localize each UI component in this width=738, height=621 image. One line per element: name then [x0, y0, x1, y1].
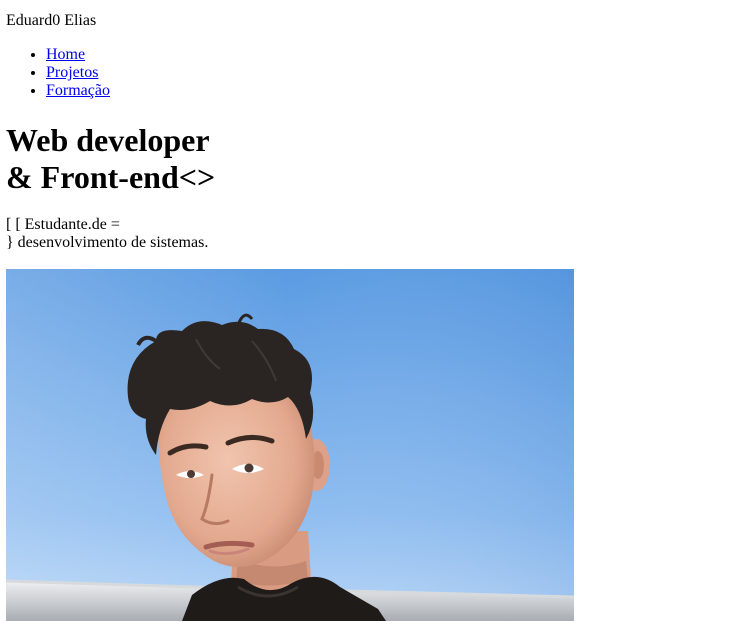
profile-photo	[6, 269, 574, 621]
nav-link-home[interactable]: Home	[46, 46, 85, 63]
page: Eduard0 Elias Home Projetos Formação Web…	[0, 0, 738, 621]
hero-headline: Web developer & Front-end<>	[6, 122, 215, 196]
nav-item-formacao: Formação	[46, 82, 110, 100]
hero-tagline: [ [ Estudante.de = } desenvolvimento de …	[6, 216, 208, 252]
headline-line-1: Web developer	[6, 122, 210, 158]
nav-item-projetos: Projetos	[46, 64, 110, 82]
nav-link-formacao[interactable]: Formação	[46, 82, 110, 99]
tagline-line-2: } desenvolvimento de sistemas.	[6, 234, 209, 251]
nav-link-projetos[interactable]: Projetos	[46, 64, 98, 81]
site-brand: Eduard0 Elias	[6, 12, 97, 29]
portrait-illustration	[6, 269, 574, 621]
main-nav: Home Projetos Formação	[6, 46, 110, 100]
tagline-line-1: [ [ Estudante.de =	[6, 216, 120, 233]
headline-line-2: & Front-end<>	[6, 159, 216, 195]
nav-item-home: Home	[46, 46, 110, 64]
